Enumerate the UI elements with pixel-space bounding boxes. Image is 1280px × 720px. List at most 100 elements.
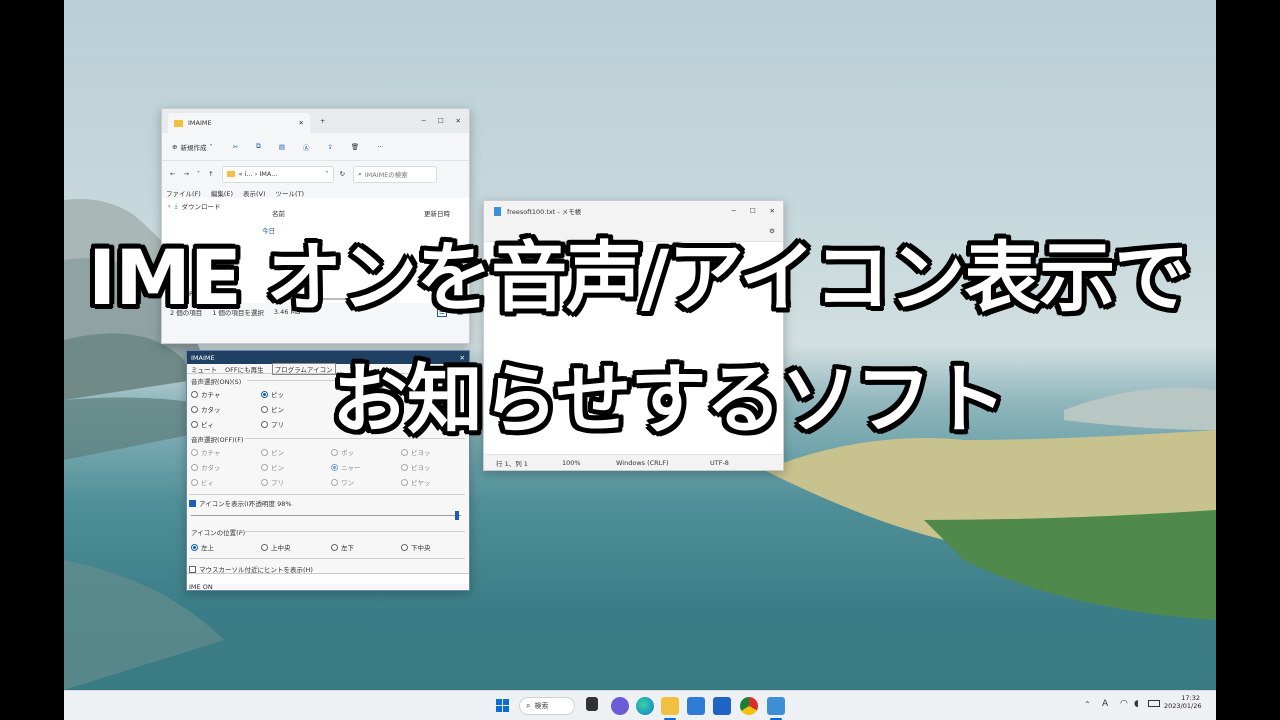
settings-icon[interactable]: ⚙ (769, 227, 775, 235)
maximize-icon[interactable]: ☐ (750, 207, 756, 215)
battery-icon[interactable] (1148, 700, 1160, 707)
minimize-icon[interactable]: ─ (422, 117, 426, 125)
radio-button[interactable] (331, 543, 338, 551)
file-explorer-icon[interactable] (661, 697, 679, 715)
radio-button[interactable] (401, 478, 408, 486)
checkbox[interactable] (189, 499, 196, 507)
paste-icon[interactable]: ▤ (279, 143, 285, 151)
radio-button[interactable] (261, 390, 268, 398)
new-button[interactable]: 新規作成 (180, 142, 206, 152)
radio-button[interactable] (191, 463, 198, 471)
horizontal-scrollbar[interactable] (267, 298, 377, 300)
volume-icon[interactable]: ◖ (1134, 699, 1139, 709)
chrome-icon[interactable] (740, 697, 758, 715)
column-header-date[interactable]: 更新日時 (424, 201, 450, 220)
close-icon[interactable]: ✕ (770, 207, 775, 215)
address-bar[interactable]: « i... › IMA... ˅ (221, 165, 334, 183)
on-option-kacha[interactable]: カチャ (191, 389, 220, 399)
mute-menu[interactable]: ミュート (191, 364, 217, 374)
tray-chevron-icon[interactable]: ⌃ (1084, 700, 1091, 709)
on-option-pii[interactable]: ピィ (191, 419, 214, 429)
radio-button[interactable] (401, 448, 408, 456)
close-tab-icon[interactable]: ✕ (299, 119, 304, 127)
radio-button[interactable] (331, 478, 338, 486)
off-option[interactable]: プリ (261, 477, 284, 487)
radio-button[interactable] (191, 543, 198, 551)
file-row[interactable]: P2P-QuakeIm... (176, 290, 239, 298)
share-icon[interactable]: ⇪ (327, 143, 332, 151)
radio-button[interactable] (261, 405, 268, 413)
start-icon[interactable] (494, 697, 512, 715)
new-icon[interactable]: ⊕ (172, 143, 177, 151)
pos-bottom-center[interactable]: 下中央 (401, 542, 431, 552)
on-option-puri[interactable]: プリ (261, 419, 284, 429)
off-option[interactable]: ポッ (331, 447, 354, 457)
menu-file[interactable]: ファイル(F) (166, 188, 201, 198)
on-option-pin[interactable]: ピン (261, 404, 284, 414)
off-option[interactable]: ピン (261, 447, 284, 457)
show-icon-checkbox[interactable]: アイコンを表示(I) (189, 498, 251, 508)
chat-icon[interactable] (611, 697, 629, 715)
notepad-text-area[interactable] (484, 241, 783, 455)
minimize-icon[interactable]: ─ (732, 207, 736, 215)
menu-tools[interactable]: ツール(T) (276, 188, 305, 198)
details-view-icon[interactable]: ☰ (437, 307, 447, 317)
wifi-icon[interactable]: ◠ (1120, 699, 1128, 709)
off-option[interactable]: ピン (261, 462, 284, 472)
radio-button[interactable] (261, 448, 268, 456)
menu-view[interactable]: 表示(V) (243, 188, 266, 198)
tiles-view-icon[interactable]: ▦ (457, 308, 463, 316)
program-icon-menu[interactable]: プログラムアイコン (271, 362, 336, 375)
search-box[interactable]: ⌕ IMAIMEの検索 (353, 165, 438, 183)
opacity-slider[interactable] (191, 511, 461, 520)
mail-icon[interactable] (713, 697, 731, 715)
refresh-icon[interactable]: ↻ (340, 170, 345, 178)
pos-top-center[interactable]: 上中央 (261, 542, 291, 552)
store-icon[interactable] (687, 697, 705, 715)
off-option[interactable]: ピィ (191, 477, 214, 487)
radio-button[interactable] (191, 478, 198, 486)
group-today[interactable]: 今日 (262, 218, 275, 237)
radio-button[interactable] (191, 405, 198, 413)
radio-button[interactable] (191, 390, 198, 398)
history-icon[interactable]: ˅ (197, 170, 200, 178)
pos-bottom-left[interactable]: 左下 (331, 542, 354, 552)
back-icon[interactable]: ← (170, 170, 175, 178)
radio-button[interactable] (401, 543, 408, 551)
forward-icon[interactable]: → (183, 170, 188, 178)
chevron-down-icon[interactable]: ˅ (325, 170, 328, 178)
close-icon[interactable]: ✕ (456, 117, 461, 125)
up-icon[interactable]: ↑ (208, 170, 213, 178)
radio-button[interactable] (261, 420, 268, 428)
delete-icon[interactable]: 🗑 (351, 143, 359, 151)
more-icon[interactable]: ··· (377, 143, 383, 151)
task-view-icon[interactable] (586, 697, 598, 711)
copy-icon[interactable]: ⧉ (256, 142, 261, 151)
cut-icon[interactable]: ✂ (233, 143, 238, 151)
notepad-icon[interactable] (767, 697, 785, 715)
taskbar-search[interactable]: ⌕ 検索 (519, 697, 575, 715)
clock[interactable]: 17:32 2023/01/26 (1164, 694, 1201, 710)
rename-icon[interactable]: Ⓐ (303, 142, 310, 152)
off-option[interactable]: ワン (331, 477, 354, 487)
radio-button[interactable] (261, 463, 268, 471)
off-option[interactable]: ピヨッ (401, 462, 431, 472)
off-option[interactable]: カタッ (191, 462, 221, 472)
off-option[interactable]: ピヨッ (401, 447, 431, 457)
radio-button[interactable] (261, 543, 268, 551)
slider-thumb[interactable] (455, 511, 459, 520)
off-option[interactable]: ピヤッ (401, 477, 431, 487)
radio-button[interactable] (331, 463, 338, 471)
radio-button[interactable] (191, 420, 198, 428)
close-icon[interactable]: ✕ (460, 354, 465, 362)
explorer-tab[interactable]: IMAIME ✕ (168, 113, 310, 133)
ime-indicator[interactable]: A (1102, 699, 1108, 709)
edge-icon[interactable] (636, 697, 654, 715)
menu-edit[interactable]: 編集(E) (211, 188, 233, 198)
radio-button[interactable] (261, 478, 268, 486)
play-off-menu[interactable]: OFFにも再生 (225, 364, 264, 374)
nav-pane-item[interactable]: › ⤓ ダウンロード (168, 201, 220, 212)
off-option[interactable]: ニャー (331, 462, 361, 472)
new-tab-icon[interactable]: + (320, 117, 325, 125)
checkbox[interactable] (189, 565, 196, 573)
